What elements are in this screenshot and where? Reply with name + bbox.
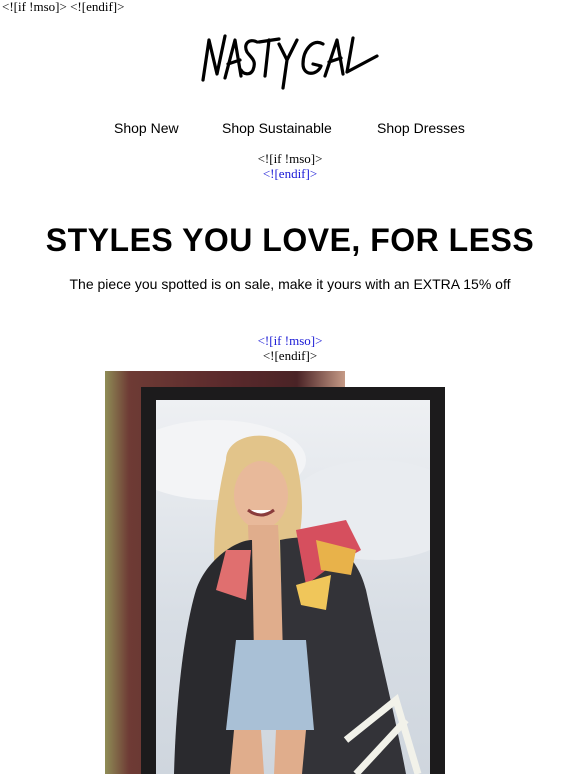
- conditional-comment-open: <![if !mso]>: [257, 151, 323, 166]
- logo-wordmark-icon: [201, 34, 379, 90]
- hero-headline: STYLES YOU LOVE, FOR LESS: [45, 222, 535, 258]
- conditional-comment-block-2: <![if !mso]> <![endif]>: [0, 333, 580, 363]
- conditional-comment-open-link[interactable]: <![if !mso]>: [0, 333, 580, 348]
- model-figure-icon: [156, 420, 430, 774]
- hero-subtext: The piece you spotted is on sale, make i…: [69, 276, 511, 292]
- preheader-conditional-comment: <![if !mso]> <![endif]>: [2, 0, 125, 14]
- conditional-comment-close: <![endif]>: [262, 348, 318, 363]
- conditional-comment-block: <![if !mso]> <![endif]>: [0, 151, 580, 181]
- nav-link-shop-sustainable[interactable]: Shop Sustainable: [222, 120, 332, 136]
- top-nav: Shop New Shop Sustainable Shop Dresses: [0, 120, 580, 140]
- model-photo: [156, 400, 430, 774]
- nav-link-shop-dresses[interactable]: Shop Dresses: [377, 120, 465, 136]
- hero-image[interactable]: [105, 371, 445, 774]
- nav-link-shop-new[interactable]: Shop New: [114, 120, 179, 136]
- brand-logo[interactable]: [195, 30, 385, 92]
- conditional-comment-close-link[interactable]: <![endif]>: [0, 166, 580, 181]
